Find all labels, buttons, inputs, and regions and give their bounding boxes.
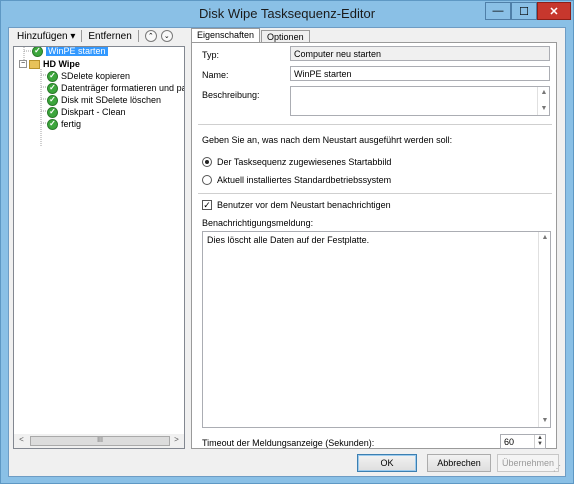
check-icon: ✓ [47, 82, 58, 94]
radio-label: Aktuell installiertes Standardbetriebssy… [217, 175, 392, 185]
message-textarea[interactable]: Dies löscht alle Daten auf der Festplatt… [202, 231, 551, 428]
spinner-arrows-icon[interactable]: ▲ ▼ [534, 435, 545, 448]
radio-label: Der Tasksequenz zugewiesenes Startabbild [217, 157, 392, 167]
folder-icon [29, 59, 40, 69]
task-sequence-editor-window: Disk Wipe Tasksequenz-Editor — ☐ ✕ Hinzu… [0, 0, 574, 484]
collapse-icon[interactable]: − [19, 60, 27, 68]
toolbar-separator [81, 30, 83, 42]
type-field: Computer neu starten [290, 46, 550, 61]
restart-question-label: Geben Sie an, was nach dem Neustart ausg… [202, 135, 453, 145]
scrollbar-thumb[interactable]: III [30, 436, 170, 446]
tree-toolbar: Hinzufügen ▾ Entfernen ⌃ ⌄ [13, 28, 173, 44]
tree-item-label: HD Wipe [43, 59, 80, 69]
check-icon: ✓ [32, 47, 43, 57]
tree-item-sdelete-kopieren[interactable]: ✓ SDelete kopieren [47, 70, 130, 82]
maximize-button[interactable]: ☐ [511, 2, 537, 20]
scroll-down-icon[interactable]: ▼ [538, 103, 550, 115]
timeout-spinner[interactable]: 60 ▲ ▼ [500, 434, 546, 449]
radio-boot-image[interactable]: Der Tasksequenz zugewiesenes Startabbild [202, 157, 391, 167]
notify-user-checkbox[interactable]: ✓ Benutzer vor dem Neustart benachrichti… [202, 200, 391, 210]
checkbox-checked-icon[interactable]: ✓ [202, 200, 212, 210]
check-icon: ✓ [47, 106, 58, 118]
scroll-up-icon[interactable]: ▲ [539, 232, 551, 244]
tree-item-diskpart-clean[interactable]: ✓ Diskpart - Clean [47, 106, 126, 118]
radio-unselected-icon[interactable] [202, 175, 212, 185]
tree-item-disk-sdelete-loeschen[interactable]: ✓ Disk mit SDelete löschen [47, 94, 161, 106]
apply-button[interactable]: Übernehmen [497, 454, 559, 472]
message-value: Dies löscht alle Daten auf der Festplatt… [207, 235, 370, 245]
close-button[interactable]: ✕ [537, 2, 571, 20]
check-icon: ✓ [47, 118, 58, 130]
tree-item-fertig[interactable]: ✓ fertig [47, 118, 81, 130]
name-label: Name: [202, 70, 229, 80]
task-sequence-tree[interactable]: ✓ WinPE starten − HD Wipe ✓ SDelete kopi… [13, 46, 185, 449]
checkbox-label: Benutzer vor dem Neustart benachrichtige… [217, 200, 391, 210]
scroll-left-icon[interactable]: < [15, 435, 28, 447]
cancel-button[interactable]: Abbrechen [427, 454, 491, 472]
tree-item-label: Diskpart - Clean [61, 107, 126, 117]
tree-item-label: fertig [61, 119, 82, 129]
radio-selected-icon[interactable] [202, 157, 212, 167]
timeout-label: Timeout der Meldungsanzeige (Sekunden): [202, 438, 375, 448]
tree-item-label: WinPE starten [46, 46, 108, 56]
resize-grip-icon[interactable]: ⋰ [553, 464, 563, 474]
client-area: Hinzufügen ▾ Entfernen ⌃ ⌄ ✓ WinPE start… [8, 27, 566, 477]
tree-item-label: SDelete kopieren [61, 71, 131, 81]
divider [198, 124, 552, 125]
remove-button[interactable]: Entfernen [84, 31, 135, 42]
tree-item-label: Datenträger formatieren und partit [61, 83, 185, 93]
title-bar: Disk Wipe Tasksequenz-Editor — ☐ ✕ [1, 1, 573, 27]
divider [198, 193, 552, 194]
tree-item-datentraeger-formatieren[interactable]: ✓ Datenträger formatieren und partit [47, 82, 185, 94]
tree-item-label: Disk mit SDelete löschen [61, 95, 162, 105]
tab-strip: Eigenschaften Optionen [191, 28, 311, 43]
message-label: Benachrichtigungsmeldung: [202, 218, 314, 228]
tree-item-hd-wipe[interactable]: − HD Wipe [19, 58, 80, 70]
type-label: Typ: [202, 50, 220, 60]
toolbar-separator [137, 30, 139, 42]
name-input[interactable]: WinPE starten [290, 66, 550, 81]
add-menu-button[interactable]: Hinzufügen ▾ [13, 31, 79, 42]
tab-eigenschaften[interactable]: Eigenschaften [191, 28, 261, 43]
description-label: Beschreibung: [202, 90, 260, 100]
check-icon: ✓ [47, 70, 58, 82]
description-scrollbar[interactable]: ▲ ▼ [537, 87, 549, 115]
tree-horizontal-scrollbar[interactable]: < III > [13, 434, 185, 449]
timeout-value: 60 [504, 437, 515, 447]
scroll-right-icon[interactable]: > [170, 435, 183, 447]
description-textarea[interactable]: ▲ ▼ [290, 86, 550, 116]
message-scrollbar[interactable]: ▲ ▼ [538, 232, 550, 427]
scroll-up-icon[interactable]: ▲ [538, 87, 550, 99]
properties-panel: Typ: Computer neu starten Name: WinPE st… [191, 42, 557, 449]
scroll-down-icon[interactable]: ▼ [539, 415, 551, 427]
move-up-icon[interactable]: ⌃ [144, 30, 157, 42]
move-down-icon[interactable]: ⌄ [160, 30, 173, 42]
tree-item-winpe-starten[interactable]: ✓ WinPE starten [32, 46, 108, 57]
minimize-button[interactable]: — [485, 2, 511, 20]
ok-button[interactable]: OK [357, 454, 417, 472]
radio-default-os[interactable]: Aktuell installiertes Standardbetriebssy… [202, 175, 391, 185]
check-icon: ✓ [47, 94, 58, 106]
